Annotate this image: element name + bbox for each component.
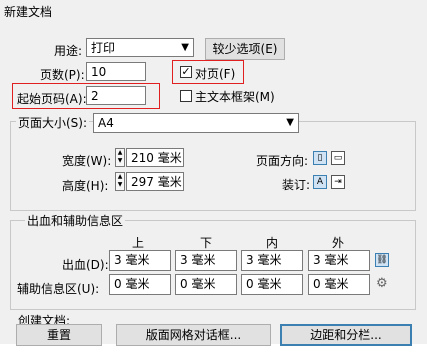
start-page-label: 起始页码(A): bbox=[17, 92, 87, 106]
usage-label: 用途: bbox=[54, 44, 83, 58]
start-page-input[interactable]: 2 bbox=[86, 86, 146, 105]
slug-inside-input[interactable]: 0 毫米 bbox=[241, 274, 303, 295]
bleed-bottom-input[interactable]: 3 毫米 bbox=[175, 250, 237, 271]
usage-value: 打印 bbox=[91, 41, 116, 55]
chevron-down-icon: ▼ bbox=[286, 117, 294, 128]
bleed-outside-input[interactable]: 3 毫米 bbox=[308, 250, 370, 271]
facing-pages-label: 对页(F) bbox=[195, 67, 236, 81]
portrait-icon[interactable]: ▯ bbox=[313, 151, 327, 165]
orientation-label: 页面方向: bbox=[256, 154, 309, 168]
column-top-label: 上 bbox=[132, 236, 145, 250]
column-outside-label: 外 bbox=[332, 236, 345, 250]
reset-button[interactable]: 重置 bbox=[16, 324, 102, 346]
binding-label: 装订: bbox=[282, 178, 311, 192]
broken-chain-icon[interactable]: ⚙ bbox=[376, 276, 388, 291]
chevron-down-icon: ▼ bbox=[181, 42, 189, 53]
slug-top-input[interactable]: 0 毫米 bbox=[109, 274, 171, 295]
chain-link-icon[interactable]: ⛓ bbox=[375, 253, 389, 267]
page-size-value: A4 bbox=[98, 116, 114, 130]
height-spinner[interactable]: ▲ ▼ bbox=[115, 172, 125, 191]
facing-pages-checkbox[interactable]: ✓ bbox=[180, 66, 192, 78]
page-size-select[interactable]: A4 ▼ bbox=[93, 113, 299, 133]
layout-grid-dialog-button[interactable]: 版面网格对话框... bbox=[116, 324, 271, 346]
pages-input[interactable]: 10 bbox=[86, 62, 146, 81]
margins-columns-button[interactable]: 边距和分栏... bbox=[280, 324, 412, 346]
height-label: 高度(H): bbox=[62, 179, 109, 193]
column-inside-label: 内 bbox=[266, 236, 279, 250]
fewer-options-button[interactable]: 较少选项(E) bbox=[205, 38, 285, 60]
width-label: 宽度(W): bbox=[62, 154, 112, 168]
width-spinner[interactable]: ▲ ▼ bbox=[115, 148, 125, 167]
page-size-label: 页面大小(S): bbox=[16, 114, 90, 131]
width-input[interactable]: 210 毫米 bbox=[126, 148, 184, 167]
slug-label: 辅助信息区(U): bbox=[17, 282, 100, 296]
landscape-icon[interactable]: ▭ bbox=[331, 151, 345, 165]
height-input[interactable]: 297 毫米 bbox=[126, 172, 184, 191]
left-binding-icon[interactable]: A bbox=[313, 175, 327, 189]
master-text-frame-label: 主文本框架(M) bbox=[195, 90, 275, 104]
pages-label: 页数(P): bbox=[40, 68, 85, 82]
bleed-label: 出血(D): bbox=[62, 258, 109, 272]
master-text-frame-checkbox[interactable] bbox=[180, 90, 192, 102]
bleed-top-input[interactable]: 3 毫米 bbox=[109, 250, 171, 271]
bleed-inside-input[interactable]: 3 毫米 bbox=[241, 250, 303, 271]
slug-bottom-input[interactable]: 0 毫米 bbox=[175, 274, 237, 295]
column-bottom-label: 下 bbox=[200, 236, 213, 250]
usage-select[interactable]: 打印 ▼ bbox=[86, 38, 194, 57]
slug-outside-input[interactable]: 0 毫米 bbox=[308, 274, 370, 295]
right-binding-icon[interactable]: ⇥ bbox=[331, 175, 345, 189]
dialog-title: 新建文档 bbox=[4, 5, 53, 19]
bleed-slug-label: 出血和辅助信息区 bbox=[25, 212, 126, 229]
new-document-dialog: 新建文档 用途: 打印 ▼ 较少选项(E) 页数(P): 10 ✓ 对页(F) … bbox=[0, 0, 427, 346]
